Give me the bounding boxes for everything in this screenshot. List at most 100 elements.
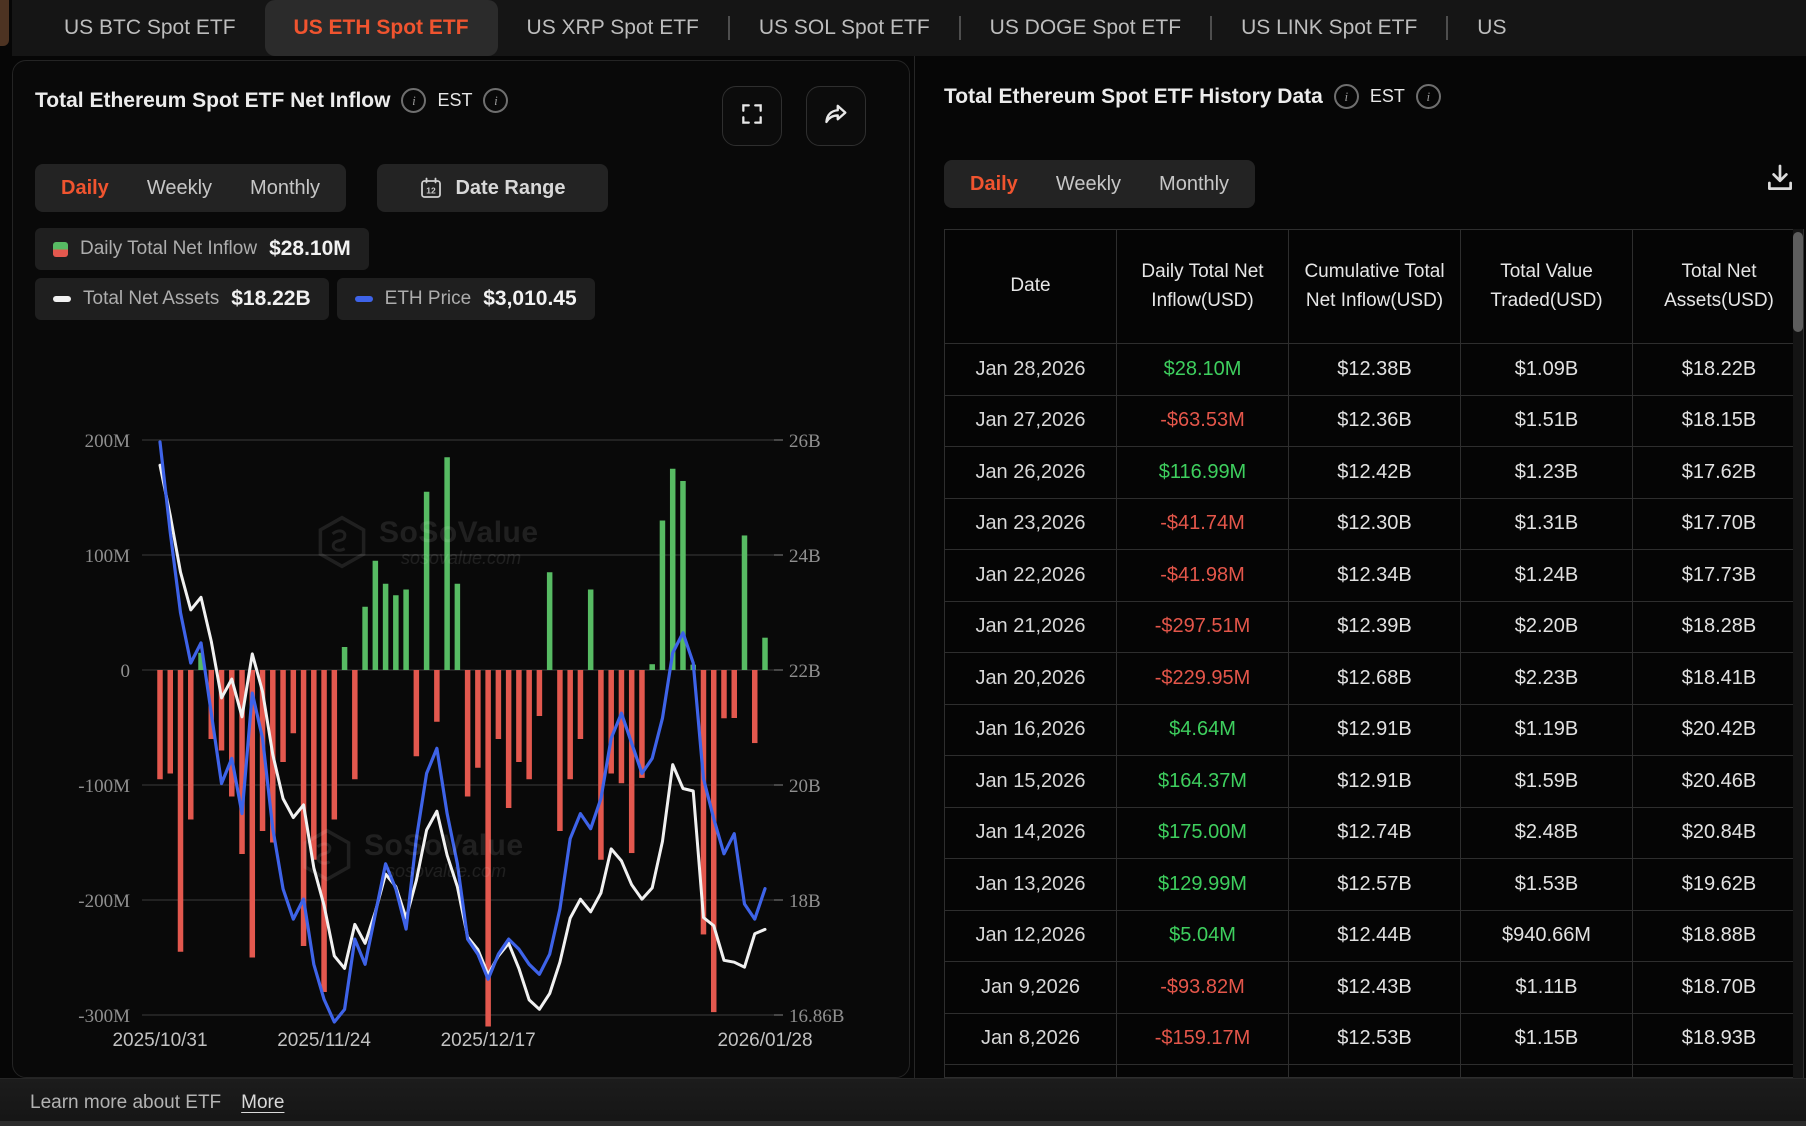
row-value-cell: $12.44B — [1289, 911, 1461, 963]
row-value-cell: -$41.98M — [1117, 550, 1289, 602]
row-value-cell: $17.73B — [1633, 550, 1804, 602]
row-value-cell: $18.93B — [1633, 1014, 1804, 1066]
period-option-monthly[interactable]: Monthly — [1159, 173, 1229, 196]
row-value-cell: $12.36B — [1289, 396, 1461, 448]
row-value-cell: $19.62B — [1633, 859, 1804, 911]
chart-panel-title: Total Ethereum Spot ETF Net Inflow — [35, 89, 390, 113]
row-value-cell: $12.91B — [1289, 756, 1461, 808]
row-value-cell: $18.22B — [1633, 344, 1804, 396]
bottom-scrollbar-strip[interactable] — [0, 1121, 1806, 1126]
row-value-cell: $17.70B — [1633, 499, 1804, 551]
tab-us-sol-spot-etf[interactable]: US SOL Spot ETF — [730, 0, 959, 56]
row-value-cell: $2.48B — [1461, 808, 1633, 860]
fullscreen-icon — [739, 101, 765, 132]
period-option-daily[interactable]: Daily — [970, 173, 1018, 196]
corner-artifact — [0, 0, 9, 46]
info-icon[interactable] — [401, 88, 426, 113]
row-date-cell: Jan 28,2026 — [945, 344, 1117, 396]
row-value-cell: -$41.74M — [1117, 499, 1289, 551]
download-icon — [1763, 161, 1797, 200]
period-option-weekly[interactable]: Weekly — [1056, 173, 1121, 196]
row-value-cell: $18.28B — [1633, 602, 1804, 654]
row-date-cell: Jan 26,2026 — [945, 447, 1117, 499]
date-range-button[interactable]: 12 Date Range — [377, 164, 608, 212]
download-button[interactable] — [1758, 158, 1802, 202]
legend-value: $3,010.45 — [483, 287, 576, 311]
column-header: Date — [945, 230, 1117, 344]
period-option-weekly[interactable]: Weekly — [147, 177, 212, 200]
row-date-cell: Jan 27,2026 — [945, 396, 1117, 448]
row-value-cell: $116.99M — [1117, 447, 1289, 499]
row-value-cell: $17.62B — [1633, 447, 1804, 499]
row-value-cell: -$229.95M — [1117, 653, 1289, 705]
row-value-cell: -$297.51M — [1117, 602, 1289, 654]
row-date-cell: Jan 20,2026 — [945, 653, 1117, 705]
row-value-cell: $1.59B — [1461, 756, 1633, 808]
row-value-cell: $12.43B — [1289, 962, 1461, 1014]
legend-item-eth-price[interactable]: ETH Price$3,010.45 — [337, 278, 595, 320]
info-icon[interactable] — [483, 88, 508, 113]
column-header: Cumulative Total Net Inflow(USD) — [1289, 230, 1461, 344]
column-header: Daily Total Net Inflow(USD) — [1117, 230, 1289, 344]
row-value-cell: $12.69B — [1289, 1065, 1461, 1078]
period-option-daily[interactable]: Daily — [61, 177, 109, 200]
row-value-cell: $1.11B — [1461, 962, 1633, 1014]
left-axis-tick: 0 — [121, 661, 131, 682]
info-icon[interactable] — [1416, 84, 1441, 109]
footer-text: Learn more about ETF — [30, 1092, 221, 1114]
row-date-cell: Jan 9,2026 — [945, 962, 1117, 1014]
tab-us-doge-spot-etf[interactable]: US DOGE Spot ETF — [961, 0, 1210, 56]
row-value-cell: $12.34B — [1289, 550, 1461, 602]
x-axis-tick: 2026/01/28 — [717, 1030, 812, 1051]
row-value-cell: $129.99M — [1117, 859, 1289, 911]
legend-item-daily-total-net-inflow[interactable]: Daily Total Net Inflow$28.10M — [35, 228, 369, 270]
legend-value: $28.10M — [269, 237, 351, 261]
table-scrollbar-track[interactable] — [1793, 229, 1803, 1078]
row-value-cell: $12.42B — [1289, 447, 1461, 499]
chart-period-switcher: Daily Weekly Monthly — [35, 164, 346, 212]
row-value-cell: -$63.53M — [1117, 396, 1289, 448]
row-value-cell: $1.53B — [1461, 859, 1633, 911]
green-red-square-icon — [53, 242, 68, 257]
svg-text:12: 12 — [427, 186, 437, 196]
fullscreen-button[interactable] — [722, 86, 782, 146]
footer-more-link[interactable]: More — [241, 1092, 284, 1114]
tab-us[interactable]: US — [1448, 0, 1535, 56]
row-value-cell: $19.31B — [1633, 1065, 1804, 1078]
row-date-cell: Jan 16,2026 — [945, 705, 1117, 757]
row-value-cell: -$98.45M — [1117, 1065, 1289, 1078]
tab-us-link-spot-etf[interactable]: US LINK Spot ETF — [1212, 0, 1446, 56]
right-axis-tick: 20B — [789, 776, 821, 797]
row-value-cell: $12.57B — [1289, 859, 1461, 911]
date-range-label: Date Range — [455, 177, 565, 200]
row-date-cell: Jan 15,2026 — [945, 756, 1117, 808]
row-value-cell: $12.53B — [1289, 1014, 1461, 1066]
tab-us-btc-spot-etf[interactable]: US BTC Spot ETF — [35, 0, 265, 56]
table-scrollbar-thumb[interactable] — [1793, 232, 1803, 332]
share-button[interactable] — [806, 86, 866, 146]
row-value-cell: $12.68B — [1289, 653, 1461, 705]
row-value-cell: $1.31B — [1461, 499, 1633, 551]
left-axis-tick: -200M — [78, 891, 130, 912]
calendar-icon: 12 — [419, 176, 443, 200]
row-value-cell: $164.37M — [1117, 756, 1289, 808]
tab-us-eth-spot-etf[interactable]: US ETH Spot ETF — [265, 0, 498, 56]
legend-label: Total Net Assets — [83, 288, 219, 310]
row-value-cell: $12.30B — [1289, 499, 1461, 551]
legend-item-total-net-assets[interactable]: Total Net Assets $18.22B — [35, 278, 329, 320]
row-value-cell: -$93.82M — [1117, 962, 1289, 1014]
legend-value: $18.22B — [231, 287, 310, 311]
period-option-monthly[interactable]: Monthly — [250, 177, 320, 200]
right-axis-tick: 18B — [789, 891, 821, 912]
row-value-cell: $20.42B — [1633, 705, 1804, 757]
footer-bar: Learn more about ETF More — [0, 1078, 1806, 1126]
row-value-cell: $5.04M — [1117, 911, 1289, 963]
row-value-cell: $1.15B — [1461, 1014, 1633, 1066]
row-date-cell: Jan 22,2026 — [945, 550, 1117, 602]
row-value-cell: $4.64M — [1117, 705, 1289, 757]
table-panel-title: Total Ethereum Spot ETF History Data — [944, 85, 1323, 109]
tab-us-xrp-spot-etf[interactable]: US XRP Spot ETF — [498, 0, 728, 56]
row-date-cell: Jan 13,2026 — [945, 859, 1117, 911]
info-icon[interactable] — [1334, 84, 1359, 109]
row-value-cell: $940.66M — [1461, 911, 1633, 963]
